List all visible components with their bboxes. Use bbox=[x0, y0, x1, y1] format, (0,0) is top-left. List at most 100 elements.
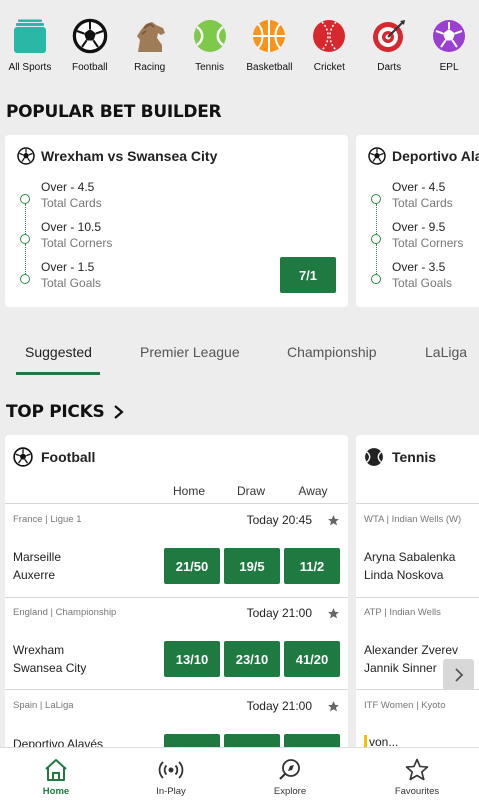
divider bbox=[356, 503, 479, 504]
odds-away-button[interactable]: 41/20 bbox=[284, 641, 340, 677]
active-tab-indicator bbox=[16, 372, 100, 375]
tab-premier-league[interactable]: Premier League bbox=[140, 344, 240, 360]
bet-leg: Over - 10.5 Total Corners bbox=[41, 220, 112, 250]
leg-line: Over - 3.5 bbox=[392, 260, 446, 274]
nav-label: Favourites bbox=[394, 786, 440, 797]
tab-suggested[interactable]: Suggested bbox=[25, 344, 92, 360]
home-team[interactable]: Marseille bbox=[13, 550, 61, 564]
event-competition: Spain | LaLiga bbox=[13, 700, 74, 711]
sport-label: Tennis bbox=[195, 62, 225, 73]
favourite-star-icon[interactable] bbox=[327, 514, 340, 527]
sport-darts[interactable]: Darts bbox=[359, 18, 419, 90]
sport-label: Darts bbox=[377, 62, 402, 73]
event-time: Today 21:00 bbox=[246, 606, 312, 620]
player-two[interactable]: Jannik Sinner bbox=[364, 661, 437, 675]
tab-championship[interactable]: Championship bbox=[287, 344, 377, 360]
home-icon bbox=[45, 759, 67, 781]
sport-label: Racing bbox=[134, 62, 166, 73]
football-icon bbox=[13, 447, 33, 467]
column-home: Home bbox=[172, 484, 205, 498]
bet-builder-header: Deportivo Alav bbox=[368, 147, 479, 165]
away-team[interactable]: Auxerre bbox=[13, 568, 55, 582]
event-competition: ATP | Indian Wells bbox=[364, 607, 441, 618]
top-picks-heading-link[interactable]: TOP PICKS bbox=[6, 402, 126, 422]
scroll-next-button[interactable] bbox=[443, 659, 474, 690]
divider bbox=[356, 597, 479, 598]
football-icon bbox=[17, 147, 35, 165]
away-team[interactable]: Swansea City bbox=[13, 661, 86, 675]
card-header: Football bbox=[13, 447, 95, 467]
event-competition: ITF Women | Kyoto bbox=[364, 700, 446, 711]
nav-label: In-Play bbox=[156, 786, 186, 797]
leg-dot bbox=[20, 194, 30, 204]
odds-home-button[interactable]: 21/50 bbox=[164, 548, 220, 584]
leg-dot bbox=[371, 194, 381, 204]
leg-market: Total Cards bbox=[41, 196, 102, 210]
card-header: Tennis bbox=[364, 447, 436, 467]
sport-label: Basketball bbox=[246, 62, 293, 73]
sport-basketball[interactable]: Basketball bbox=[240, 18, 300, 90]
card-title: Football bbox=[41, 449, 96, 465]
bet-leg: Over - 4.5 Total Cards bbox=[41, 180, 102, 210]
favourite-star-icon[interactable] bbox=[327, 607, 340, 620]
leg-market: Total Goals bbox=[392, 276, 453, 290]
odds-draw-button[interactable]: 23/10 bbox=[224, 641, 280, 677]
nav-in-play[interactable]: In-Play bbox=[131, 748, 211, 807]
leg-line: Over - 1.5 bbox=[41, 260, 95, 274]
home-team[interactable]: Wrexham bbox=[13, 643, 64, 657]
dartboard-icon bbox=[373, 20, 406, 52]
tab-laliga[interactable]: LaLiga bbox=[425, 344, 467, 360]
odds-away-button[interactable]: 11/2 bbox=[284, 548, 340, 584]
leg-connector bbox=[24, 204, 26, 234]
odds-home-button[interactable]: 13/10 bbox=[164, 641, 220, 677]
sport-cricket[interactable]: Cricket bbox=[299, 18, 359, 90]
popular-bet-builder-heading: POPULAR BET BUILDER bbox=[6, 102, 222, 122]
leg-connector bbox=[375, 244, 377, 274]
divider bbox=[5, 503, 348, 504]
leg-dot bbox=[20, 274, 30, 284]
nav-favourites[interactable]: Favourites bbox=[377, 748, 457, 807]
event-time: Today 20:45 bbox=[246, 513, 312, 527]
bet-leg: Over - 9.5 Total Corners bbox=[392, 220, 463, 250]
chevron-right-icon bbox=[114, 405, 125, 419]
bet-builder-card[interactable]: Deportivo Alav Over - 4.5 Total Cards Ov… bbox=[356, 135, 479, 307]
favourite-star-icon[interactable] bbox=[327, 700, 340, 713]
odds-draw-button[interactable]: 19/5 bbox=[224, 548, 280, 584]
bet-builder-price-button[interactable]: 7/1 bbox=[280, 257, 336, 293]
player-one[interactable]: Alexander Zverev bbox=[364, 643, 458, 657]
leg-market: Total Goals bbox=[41, 276, 102, 290]
leg-connector bbox=[375, 204, 377, 234]
top-picks-tennis-card: Tennis WTA | Indian Wells (W) Aryna Saba… bbox=[356, 435, 479, 765]
sport-epl[interactable]: EPL bbox=[419, 18, 479, 90]
sport-football[interactable]: Football bbox=[60, 18, 120, 90]
leg-dot bbox=[371, 234, 381, 244]
bottom-nav: Home In-Play Explore Favourites bbox=[0, 747, 479, 807]
card-title: Tennis bbox=[392, 449, 437, 465]
football-icon bbox=[72, 18, 108, 54]
player-one[interactable]: Aryna Sabalenka bbox=[364, 550, 455, 564]
nav-label: Explore bbox=[273, 786, 307, 797]
sport-racing[interactable]: Racing bbox=[120, 18, 180, 90]
sport-all-sports[interactable]: All Sports bbox=[0, 18, 60, 90]
leg-dot bbox=[20, 234, 30, 244]
leg-line: Over - 4.5 bbox=[392, 180, 446, 194]
bet-builder-header: Wrexham vs Swansea City bbox=[17, 147, 217, 165]
column-away: Away bbox=[298, 484, 328, 498]
nav-explore[interactable]: Explore bbox=[250, 748, 330, 807]
nav-home[interactable]: Home bbox=[16, 748, 96, 807]
bet-builder-card[interactable]: Wrexham vs Swansea City Over - 4.5 Total… bbox=[5, 135, 348, 307]
epl-icon bbox=[433, 20, 466, 52]
column-draw: Draw bbox=[236, 484, 265, 498]
leg-connector bbox=[24, 244, 26, 274]
leg-dot bbox=[371, 274, 381, 284]
divider bbox=[5, 689, 348, 690]
football-icon bbox=[368, 147, 386, 165]
cricket-ball-icon bbox=[313, 20, 346, 52]
sport-label: Cricket bbox=[313, 62, 345, 73]
event-time: Today 21:00 bbox=[246, 699, 312, 713]
tennis-ball-icon bbox=[193, 20, 226, 52]
sport-tennis[interactable]: Tennis bbox=[180, 18, 240, 90]
event-competition: England | Championship bbox=[13, 607, 117, 618]
player-two[interactable]: Linda Noskova bbox=[364, 568, 443, 582]
sports-nav: All Sports Football Racing Tennis Basket… bbox=[0, 0, 479, 90]
